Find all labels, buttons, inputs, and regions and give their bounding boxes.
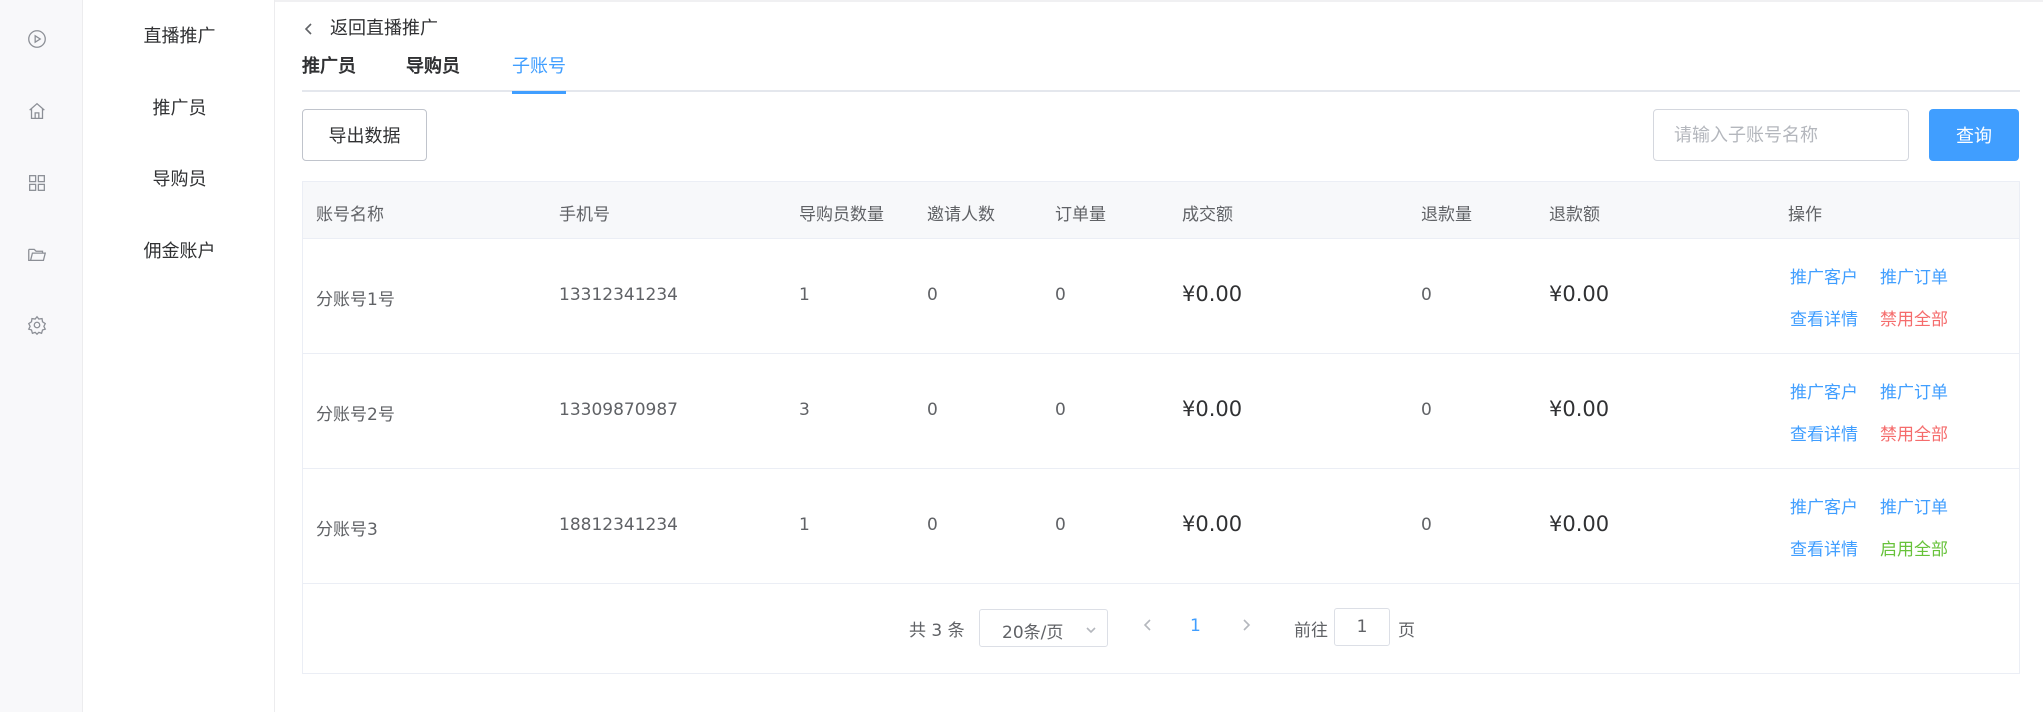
cell-phone: 18812341234	[559, 515, 678, 535]
cell-refund-count: 0	[1421, 400, 1432, 420]
sub-accounts-table: 账号名称 手机号 导购员数量 邀请人数 订单量 成交额 退款量 退款额 操作 分…	[302, 181, 2020, 674]
cell-orders: 0	[1055, 515, 1066, 535]
pagination-total: 共 3 条	[909, 621, 965, 641]
subnav-item-promoters[interactable]: 推广员	[84, 94, 275, 120]
page-number-current[interactable]: 1	[1190, 616, 1201, 636]
cell-refund-count: 0	[1421, 515, 1432, 535]
subnav-item-commission-account[interactable]: 佣金账户	[84, 237, 275, 263]
column-header-refund-amount: 退款额	[1549, 205, 1600, 225]
goto-label: 前往	[1294, 621, 1328, 641]
tab-sub-accounts[interactable]: 子账号	[512, 52, 566, 94]
back-link[interactable]: 返回直播推广	[302, 14, 438, 40]
cell-account-name: 分账号2号	[316, 405, 395, 425]
sub-navigation: 直播推广 推广员 导购员 佣金账户	[84, 0, 275, 712]
cell-phone: 13309870987	[559, 400, 678, 420]
enable-all-link[interactable]: 启用全部	[1880, 535, 1948, 560]
column-header-transaction-amount: 成交额	[1182, 205, 1233, 225]
column-header-actions: 操作	[1788, 205, 1822, 225]
cell-account-name: 分账号3	[316, 520, 378, 540]
folder-icon[interactable]	[25, 242, 49, 266]
goto-page-input[interactable]	[1334, 608, 1390, 646]
sub-account-search-input[interactable]	[1653, 109, 1909, 161]
query-button[interactable]: 查询	[1929, 109, 2019, 161]
promote-customers-link[interactable]: 推广客户	[1790, 263, 1858, 288]
view-details-link[interactable]: 查看详情	[1790, 535, 1858, 560]
cell-transaction-amount: ¥0.00	[1182, 282, 1243, 306]
cell-refund-count: 0	[1421, 285, 1432, 305]
promote-orders-link[interactable]: 推广订单	[1880, 378, 1948, 403]
page-size-value: 20条/页	[1002, 623, 1064, 643]
view-details-link[interactable]: 查看详情	[1790, 305, 1858, 330]
view-details-link[interactable]: 查看详情	[1790, 420, 1858, 445]
subnav-item-shopping-guides[interactable]: 导购员	[84, 165, 275, 191]
next-page-icon[interactable]	[1238, 617, 1256, 635]
cell-orders: 0	[1055, 400, 1066, 420]
grid-icon[interactable]	[25, 171, 49, 195]
disable-all-link[interactable]: 禁用全部	[1880, 305, 1948, 330]
cell-refund-amount: ¥0.00	[1549, 397, 1610, 421]
table-row: 分账号1号 13312341234 1 0 0 ¥0.00 0 ¥0.00 推广…	[303, 239, 2019, 354]
page-suffix-label: 页	[1398, 621, 1415, 641]
icon-rail	[0, 0, 83, 712]
top-divider	[275, 0, 2043, 2]
column-header-orders: 订单量	[1055, 205, 1106, 225]
cell-phone: 13312341234	[559, 285, 678, 305]
cell-account-name: 分账号1号	[316, 290, 395, 310]
cell-orders: 0	[1055, 285, 1066, 305]
cell-refund-amount: ¥0.00	[1549, 512, 1610, 536]
subnav-item-live-promotion[interactable]: 直播推广	[84, 22, 275, 48]
column-header-refund-count: 退款量	[1421, 205, 1472, 225]
cell-refund-amount: ¥0.00	[1549, 282, 1610, 306]
back-link-label: 返回直播推广	[330, 18, 438, 39]
gear-icon[interactable]	[25, 313, 49, 337]
promote-customers-link[interactable]: 推广客户	[1790, 493, 1858, 518]
column-header-guide-count: 导购员数量	[799, 205, 884, 225]
prev-page-icon[interactable]	[1140, 617, 1158, 635]
disable-all-link[interactable]: 禁用全部	[1880, 420, 1948, 445]
column-header-phone: 手机号	[559, 205, 610, 225]
chevron-down-icon	[1085, 621, 1097, 634]
promote-orders-link[interactable]: 推广订单	[1880, 263, 1948, 288]
column-header-account-name: 账号名称	[316, 205, 384, 225]
play-circle-icon[interactable]	[25, 27, 49, 51]
cell-guide-count: 3	[799, 400, 810, 420]
cell-invites: 0	[927, 515, 938, 535]
export-data-button[interactable]: 导出数据	[302, 109, 427, 161]
tab-bar: 推广员 导购员 子账号	[302, 52, 2020, 94]
tab-shopping-guides[interactable]: 导购员	[406, 52, 460, 92]
cell-transaction-amount: ¥0.00	[1182, 512, 1243, 536]
cell-invites: 0	[927, 285, 938, 305]
tab-promoters[interactable]: 推广员	[302, 52, 356, 92]
main-content: 返回直播推广 推广员 导购员 子账号 导出数据 查询 账号名称 手机号 导购员数…	[275, 0, 2043, 712]
home-icon[interactable]	[25, 99, 49, 123]
table-row: 分账号2号 13309870987 3 0 0 ¥0.00 0 ¥0.00 推广…	[303, 354, 2019, 469]
promote-customers-link[interactable]: 推广客户	[1790, 378, 1858, 403]
cell-guide-count: 1	[799, 285, 810, 305]
promote-orders-link[interactable]: 推广订单	[1880, 493, 1948, 518]
table-header: 账号名称 手机号 导购员数量 邀请人数 订单量 成交额 退款量 退款额 操作	[303, 182, 2019, 239]
cell-transaction-amount: ¥0.00	[1182, 397, 1243, 421]
pagination: 共 3 条 20条/页 1 前往 页	[303, 584, 2019, 673]
chevron-left-icon	[302, 20, 316, 35]
cell-invites: 0	[927, 400, 938, 420]
cell-guide-count: 1	[799, 515, 810, 535]
column-header-invites: 邀请人数	[927, 205, 995, 225]
page-size-select[interactable]: 20条/页	[979, 609, 1108, 647]
table-row: 分账号3 18812341234 1 0 0 ¥0.00 0 ¥0.00 推广客…	[303, 469, 2019, 584]
